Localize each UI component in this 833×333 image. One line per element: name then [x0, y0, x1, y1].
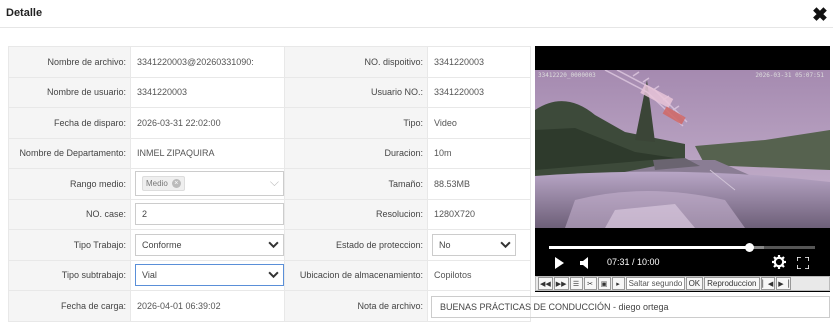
trigger-date-value: 2026-03-31 22:02:00 — [130, 107, 285, 139]
form-row: Tipo subtrabajo: Vial Ubicacion de almac… — [8, 259, 531, 291]
form-row: Fecha de disparo: 2026-03-31 22:02:00 Ti… — [8, 107, 531, 139]
snapshot-icon[interactable]: ▣ — [597, 277, 611, 290]
video-frame[interactable]: 33412220_0000003 2026-03-31 05:07:51 — [535, 70, 830, 228]
form-row: Nombre de usuario: 3341220003 Usuario NO… — [8, 76, 531, 108]
next-frame-icon[interactable]: ▶▕ — [776, 277, 792, 290]
rewind-icon[interactable]: ◀◀ — [538, 277, 553, 290]
file-note-input[interactable]: BUENAS PRÁCTICAS DE CONDUCCIÓN - diego o… — [431, 296, 830, 318]
case-no-input[interactable]: 2 — [135, 203, 284, 226]
work-type-label: Tipo Trabajo: — [8, 229, 131, 261]
playback-button[interactable]: Reproduccion — [704, 277, 760, 290]
user-no-label: Usuario NO.: — [284, 76, 428, 108]
device-no-label: NO. dispoitivo: — [284, 46, 428, 78]
work-type-select[interactable]: Conforme — [135, 233, 284, 256]
form-row: Nombre de Departamento: INMEL ZIPAQUIRA … — [8, 137, 531, 169]
form-row: Rango medio: Medio × ⌵ Tamaño: 88.53MB — [8, 168, 531, 200]
sub-work-type-label: Tipo subtrabajo: — [8, 259, 131, 291]
form-row: Nombre de archivo: 3341220003@2026033109… — [8, 46, 531, 78]
scissors-icon[interactable]: ✂ — [583, 277, 597, 290]
media-range-label: Rango medio: — [8, 168, 131, 200]
protection-state-select[interactable]: No — [432, 233, 516, 256]
dialog-title: Detalle — [6, 7, 43, 19]
department-value: INMEL ZIPAQUIRA — [130, 137, 285, 169]
play-icon[interactable] — [554, 256, 565, 274]
gear-icon[interactable] — [772, 255, 786, 274]
seek-bar[interactable] — [549, 243, 815, 252]
sub-work-type-select[interactable]: Vial — [135, 264, 284, 287]
case-no-label: NO. case: — [8, 198, 131, 230]
video-osd-timestamp: 2026-03-31 05:07:51 — [755, 72, 824, 79]
prev-frame-icon[interactable]: ▏◀ — [760, 277, 776, 290]
list-icon[interactable]: ☰ — [569, 277, 583, 290]
storage-location-label: Ubicacion de almacenamiento: — [284, 259, 428, 291]
device-no-value: 3341220003 — [427, 46, 531, 78]
volume-icon[interactable] — [580, 256, 590, 274]
chevron-down-icon[interactable]: ⌵ — [270, 176, 279, 188]
size-label: Tamaño: — [284, 168, 428, 200]
chevron-down-icon[interactable] — [500, 239, 511, 252]
seek-bar-played — [549, 246, 750, 249]
work-type-value: Conforme — [142, 239, 182, 250]
media-range-chip-label: Medio — [146, 179, 168, 189]
storage-location-value: Copilotos — [427, 259, 531, 291]
fullscreen-icon[interactable] — [796, 256, 810, 274]
type-value: Video — [427, 107, 531, 139]
chevron-down-icon[interactable] — [268, 239, 279, 252]
sub-work-type-value: Vial — [142, 270, 157, 281]
close-icon[interactable]: ✖ — [812, 6, 828, 25]
upload-date-label: Fecha de carga: — [8, 290, 131, 322]
playback-toolbar: ◀◀ ▶▶ ☰ ✂ ▣ ▸ Saltar segundo OK Reproduc… — [535, 276, 830, 291]
form-row: NO. case: 2 Resolucion: 1280X720 — [8, 198, 531, 230]
user-name-label: Nombre de usuario: — [8, 76, 131, 108]
user-name-value: 3341220003 — [130, 76, 285, 108]
file-name-label: Nombre de archivo: — [8, 46, 131, 78]
trigger-date-label: Fecha de disparo: — [8, 107, 131, 139]
duration-label: Duracion: — [284, 137, 428, 169]
time-display: 07:31 / 10:00 — [607, 257, 660, 267]
fast-forward-icon[interactable]: ▶▶ — [553, 277, 569, 290]
media-range-chip: Medio × — [142, 176, 185, 192]
frame-step-icon[interactable]: ▸ — [611, 277, 625, 290]
video-player[interactable]: 33412220_0000003 2026-03-31 05:07:51 07:… — [535, 46, 830, 292]
department-label: Nombre de Departamento: — [8, 137, 131, 169]
seek-handle[interactable] — [745, 243, 755, 252]
ok-button[interactable]: OK — [685, 277, 704, 290]
user-no-value: 3341220003 — [427, 76, 531, 108]
type-label: Tipo: — [284, 107, 428, 139]
size-value: 88.53MB — [427, 168, 531, 200]
duration-value: 10m — [427, 137, 531, 169]
upload-date-value: 2026-04-01 06:39:02 — [130, 290, 285, 322]
file-note-label: Nota de archivo: — [284, 290, 428, 322]
resolution-label: Resolucion: — [284, 198, 428, 230]
video-image — [535, 70, 830, 228]
protection-state-value: No — [439, 239, 451, 250]
detail-form: Nombre de archivo: 3341220003@2026033109… — [8, 46, 531, 322]
file-name-value: 3341220003@20260331090: — [130, 46, 285, 78]
resolution-value: 1280X720 — [427, 198, 531, 230]
chevron-down-icon[interactable] — [268, 269, 279, 282]
chip-remove-icon[interactable]: × — [171, 179, 181, 189]
dialog-header: Detalle ✖ — [0, 0, 833, 28]
media-range-select[interactable]: Medio × ⌵ — [135, 171, 284, 197]
protection-state-label: Estado de proteccion: — [284, 229, 428, 261]
form-row: Tipo Trabajo: Conforme Estado de protecc… — [8, 229, 531, 261]
skip-seconds-input[interactable]: Saltar segundo — [625, 277, 685, 290]
video-osd-device: 33412220_0000003 — [538, 72, 596, 79]
